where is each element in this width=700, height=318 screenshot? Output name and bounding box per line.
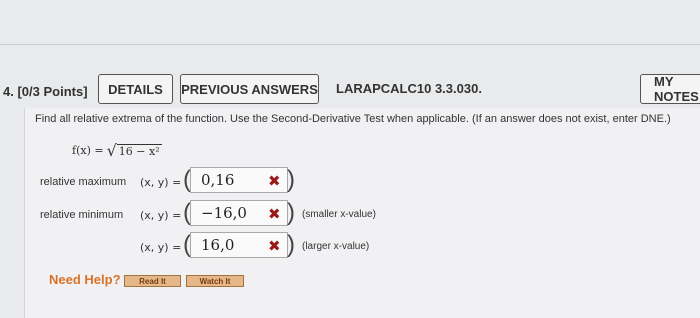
question-code: LARAPCALC10 3.3.030. [336,81,482,96]
watch-it-button[interactable]: Watch It [186,275,244,287]
question-header: 4. [0/3 Points] [3,84,88,99]
read-it-button[interactable]: Read It [124,275,181,287]
xy-prefix-min-2: (x, y) = [140,241,182,254]
incorrect-x-icon: ✖ [268,206,281,223]
top-divider [0,44,700,45]
relative-maximum-label: relative maximum [40,176,127,188]
xy-prefix-max: (x, y) = [140,176,182,189]
question-number: 4. [3,84,14,99]
previous-answers-button[interactable]: PREVIOUS ANSWERS [180,74,319,104]
xy-prefix-min-1: (x, y) = [140,209,182,222]
relative-minimum-label: relative minimum [40,209,124,221]
my-notes-button[interactable]: MY NOTES [640,74,700,104]
close-paren: ) [287,166,295,193]
close-paren: ) [287,199,295,226]
function-radicand: 16 − x² [116,143,162,158]
larger-x-note: (larger x-value) [302,241,370,252]
smaller-x-note: (smaller x-value) [302,209,376,220]
need-help-label: Need Help? [49,272,121,287]
close-paren: ) [287,231,295,258]
incorrect-x-icon: ✖ [268,238,281,255]
instructions-text: Find all relative extrema of the functio… [35,113,671,125]
incorrect-x-icon: ✖ [268,173,281,190]
question-points: [0/3 Points] [17,84,88,99]
function-expression: f(x) = √ 16 − x² [72,141,162,160]
details-button[interactable]: DETAILS [98,74,173,104]
function-lhs: f(x) = [72,144,104,157]
sqrt-icon: √ [106,141,117,160]
